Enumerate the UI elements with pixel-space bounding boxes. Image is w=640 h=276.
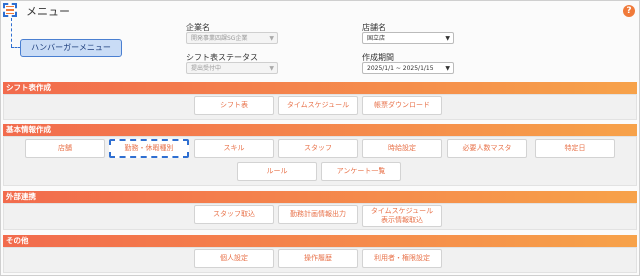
rule-button[interactable]: ルール [237,162,317,181]
caret-down-icon: ▼ [269,65,274,72]
survey-list-button[interactable]: アンケート一覧 [321,162,401,181]
caret-down-icon: ▼ [445,35,450,42]
shop-select[interactable]: 国立店 ▼ [362,32,454,44]
work-leave-type-button[interactable]: 勤務・休暇種別 [109,139,189,158]
page-title: メニュー [26,5,70,18]
work-plan-export-button[interactable]: 勤務計画情報出力 [278,205,358,224]
caret-down-icon: ▼ [269,35,274,42]
skill-button[interactable]: スキル [194,139,274,158]
hamburger-line [6,9,14,11]
timeschedule-import-button[interactable]: タイムスケジュール 表示情報取込 [362,205,442,227]
section-basic-header: 基本情報作成 [3,124,637,136]
hamburger-line [6,5,14,8]
section-external-header: 外部連携 [3,191,637,203]
shop-button[interactable]: 店舗 [25,139,105,158]
report-download-button[interactable]: 帳票ダウンロード [362,96,442,115]
period-select[interactable]: 2025/1/1 ~ 2025/1/15 ▼ [362,62,454,74]
section-shift-header: シフト表作成 [3,82,637,94]
shift-table-button[interactable]: シフト表 [194,96,274,115]
timeschedule-import-line2: 表示情報取込 [381,215,423,224]
user-permission-button[interactable]: 利用者・権限設定 [362,249,442,268]
staff-button[interactable]: スタッフ [278,139,358,158]
status-select-value: 提出受付中 [191,65,222,72]
hamburger-menu-icon[interactable] [3,3,17,17]
caret-down-icon: ▼ [445,65,450,72]
timeschedule-import-line1: タイムスケジュール [370,207,434,215]
time-schedule-button[interactable]: タイムスケジュール [278,96,358,115]
callout-connector [11,18,13,47]
section-other-header: その他 [3,235,637,247]
shop-select-value: 国立店 [367,35,386,42]
company-select-value: 開発事業四課SG企業 [191,35,248,42]
company-select[interactable]: 開発事業四課SG企業 ▼ [186,32,278,44]
required-staff-master-button[interactable]: 必要人数マスタ [447,139,527,158]
specific-day-button[interactable]: 特定日 [535,139,615,158]
staff-import-button[interactable]: スタッフ取込 [194,205,274,224]
status-select[interactable]: 提出受付中 ▼ [186,62,278,74]
hamburger-callout: ハンバーガーメニュー [20,39,122,57]
help-icon[interactable]: ? [623,5,635,17]
hourly-wage-button[interactable]: 時給設定 [362,139,442,158]
operation-history-button[interactable]: 操作履歴 [278,249,358,268]
hamburger-line [6,12,14,15]
period-select-value: 2025/1/1 ~ 2025/1/15 [367,65,434,72]
personal-settings-button[interactable]: 個人設定 [194,249,274,268]
